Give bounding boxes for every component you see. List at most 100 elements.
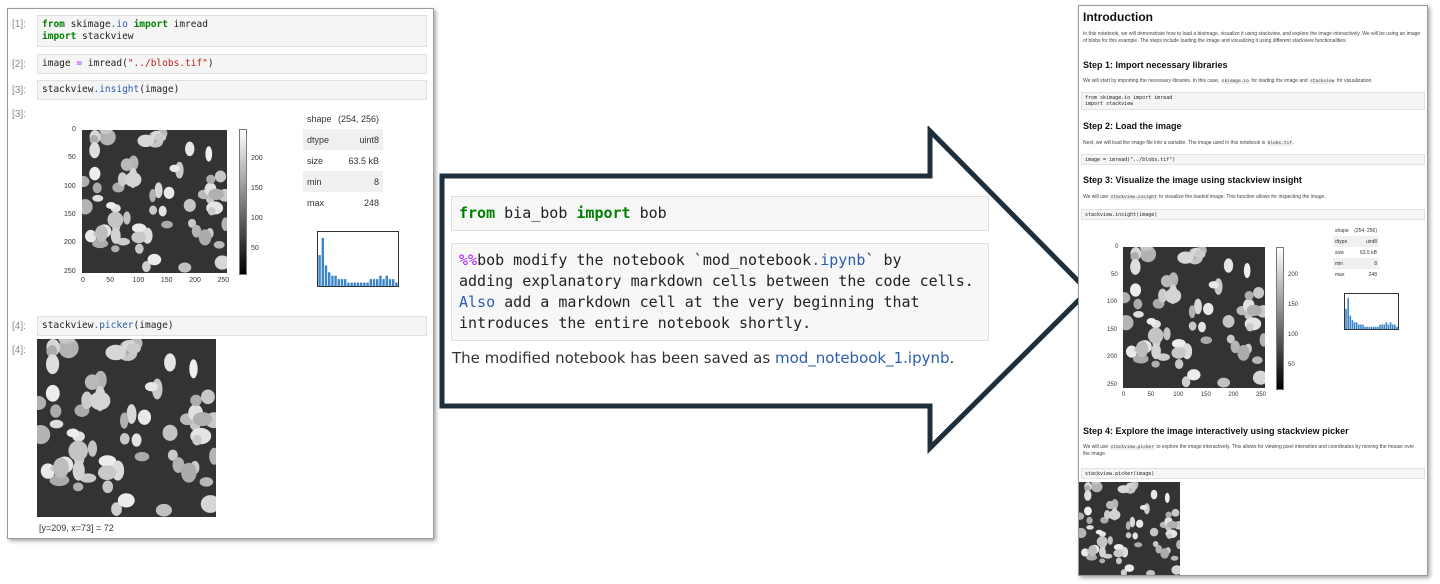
- stat-key: min: [307, 176, 322, 187]
- step3-code-cell[interactable]: stackview.insight(image): [1081, 209, 1425, 220]
- code-token: .picker: [93, 320, 134, 331]
- blob: [1208, 281, 1219, 289]
- stat-row: max 248: [303, 192, 383, 213]
- stat-key: dtype: [1335, 238, 1348, 245]
- tick-label: 100: [251, 215, 263, 222]
- blob: [206, 174, 216, 184]
- blob: [1107, 536, 1113, 545]
- blobs-image-picker[interactable]: [37, 339, 216, 517]
- stat-value: 63.5 kB: [1360, 249, 1377, 256]
- blob: [1125, 532, 1132, 539]
- blob: [1133, 311, 1144, 318]
- blob: [1084, 506, 1092, 516]
- code-input[interactable]: stackview.insight(image): [37, 80, 427, 100]
- blob: [1099, 546, 1106, 558]
- histogram-bar: [1349, 315, 1352, 329]
- blob: [135, 243, 144, 254]
- import-cell[interactable]: from bia_bob import bob: [451, 196, 989, 231]
- blob: [120, 158, 133, 171]
- histogram-bar: [331, 275, 334, 286]
- blob: [1174, 359, 1184, 370]
- blob: [1198, 321, 1206, 333]
- histogram-bar: [369, 279, 372, 286]
- blob: [1164, 492, 1170, 503]
- code-token: stackview: [42, 84, 94, 95]
- blob: [1130, 283, 1142, 297]
- histogram-bar: [372, 279, 376, 286]
- step2-code-cell[interactable]: image = imread("../blobs.tif"): [1081, 154, 1425, 165]
- histogram-bar: [392, 279, 395, 286]
- histogram-bar: [1370, 326, 1373, 329]
- histogram-bar: [1377, 326, 1379, 329]
- step4-code-cell[interactable]: stackview.picker(image): [1081, 468, 1425, 479]
- code-input[interactable]: image = imread("../blobs.tif"): [37, 54, 427, 74]
- stat-value: uint8: [359, 134, 379, 145]
- code-token: .io: [110, 19, 128, 30]
- histogram-bar: [350, 282, 353, 286]
- histogram-bar: [385, 275, 388, 286]
- code-token: %%: [459, 251, 478, 269]
- step2-text: Next, we will load the image file into a…: [1083, 140, 1267, 146]
- code-token: stackview: [42, 320, 94, 331]
- stat-row: min 8: [303, 171, 383, 192]
- intro-paragraph: In this notebook, we will demonstrate ho…: [1083, 31, 1421, 44]
- blob: [89, 142, 100, 159]
- blob: [1096, 536, 1108, 548]
- blob: [1160, 275, 1173, 288]
- stat-key: max: [307, 197, 325, 208]
- histogram-bar: [318, 255, 321, 286]
- result-notebook-link[interactable]: mod_notebook_1.ipynb: [775, 349, 950, 367]
- cell-prompt: [2]:: [12, 59, 26, 70]
- histogram-bar: [1366, 326, 1369, 329]
- code-token: imread(: [82, 58, 128, 69]
- tick-label: 200: [1228, 392, 1239, 398]
- blob: [149, 189, 157, 203]
- blob: [1223, 258, 1234, 273]
- histogram-bar: [344, 279, 347, 286]
- code-token: import: [42, 31, 77, 42]
- blob: [1246, 304, 1262, 317]
- tick-label: 100: [1288, 332, 1299, 338]
- bob-magic-cell[interactable]: %%bob modify the notebook `mod_notebook.…: [451, 243, 989, 341]
- blob: [1160, 548, 1170, 559]
- step2-paragraph: Next, we will load the image file into a…: [1083, 140, 1421, 147]
- code-input[interactable]: from skimage.io import imread import sta…: [37, 15, 427, 47]
- stat-row: min 8: [1333, 258, 1379, 269]
- blob: [214, 170, 227, 183]
- blob: [178, 262, 192, 273]
- picker-readout: [y=209, x=73] = 72: [39, 523, 114, 533]
- blob: [213, 240, 225, 249]
- code-token: imread: [167, 19, 208, 30]
- blob: [111, 245, 120, 253]
- blob: [97, 465, 117, 480]
- blob: [1194, 250, 1206, 259]
- stat-value: 248: [363, 197, 379, 208]
- step1-code-cell[interactable]: from skimage.io import imread import sta…: [1081, 92, 1425, 110]
- blobs-image-insight-small: [1123, 247, 1265, 388]
- blob: [1084, 490, 1092, 501]
- step1-text: for loading the image and: [1249, 78, 1310, 84]
- histogram-bar: [379, 275, 382, 286]
- bob-result-message: The modified notebook has been saved as …: [451, 349, 991, 367]
- blob: [126, 343, 141, 354]
- blob: [117, 493, 135, 508]
- blob: [1129, 484, 1138, 490]
- intro-heading: Introduction: [1083, 10, 1153, 24]
- tick-label: 150: [1200, 392, 1211, 398]
- blobs-image-picker-small[interactable]: [1079, 482, 1180, 575]
- tick-label: 150: [1288, 302, 1299, 308]
- blob: [1088, 545, 1097, 557]
- blob: [1151, 343, 1161, 360]
- code-input[interactable]: stackview.picker(image): [37, 316, 427, 336]
- blob: [1135, 340, 1149, 358]
- stat-row: dtype uint8: [303, 129, 383, 150]
- blob: [107, 211, 124, 228]
- tick-label: 0: [81, 277, 85, 284]
- step1-text: for visualization.: [1335, 78, 1373, 84]
- histogram-bar: [366, 282, 369, 286]
- blob: [53, 457, 69, 479]
- blob: [158, 205, 167, 217]
- blob: [72, 460, 85, 481]
- blob: [164, 353, 176, 372]
- insight-stats-table: shape (254, 256) dtype uint8 size 63.5 kB min 8…: [1333, 225, 1379, 280]
